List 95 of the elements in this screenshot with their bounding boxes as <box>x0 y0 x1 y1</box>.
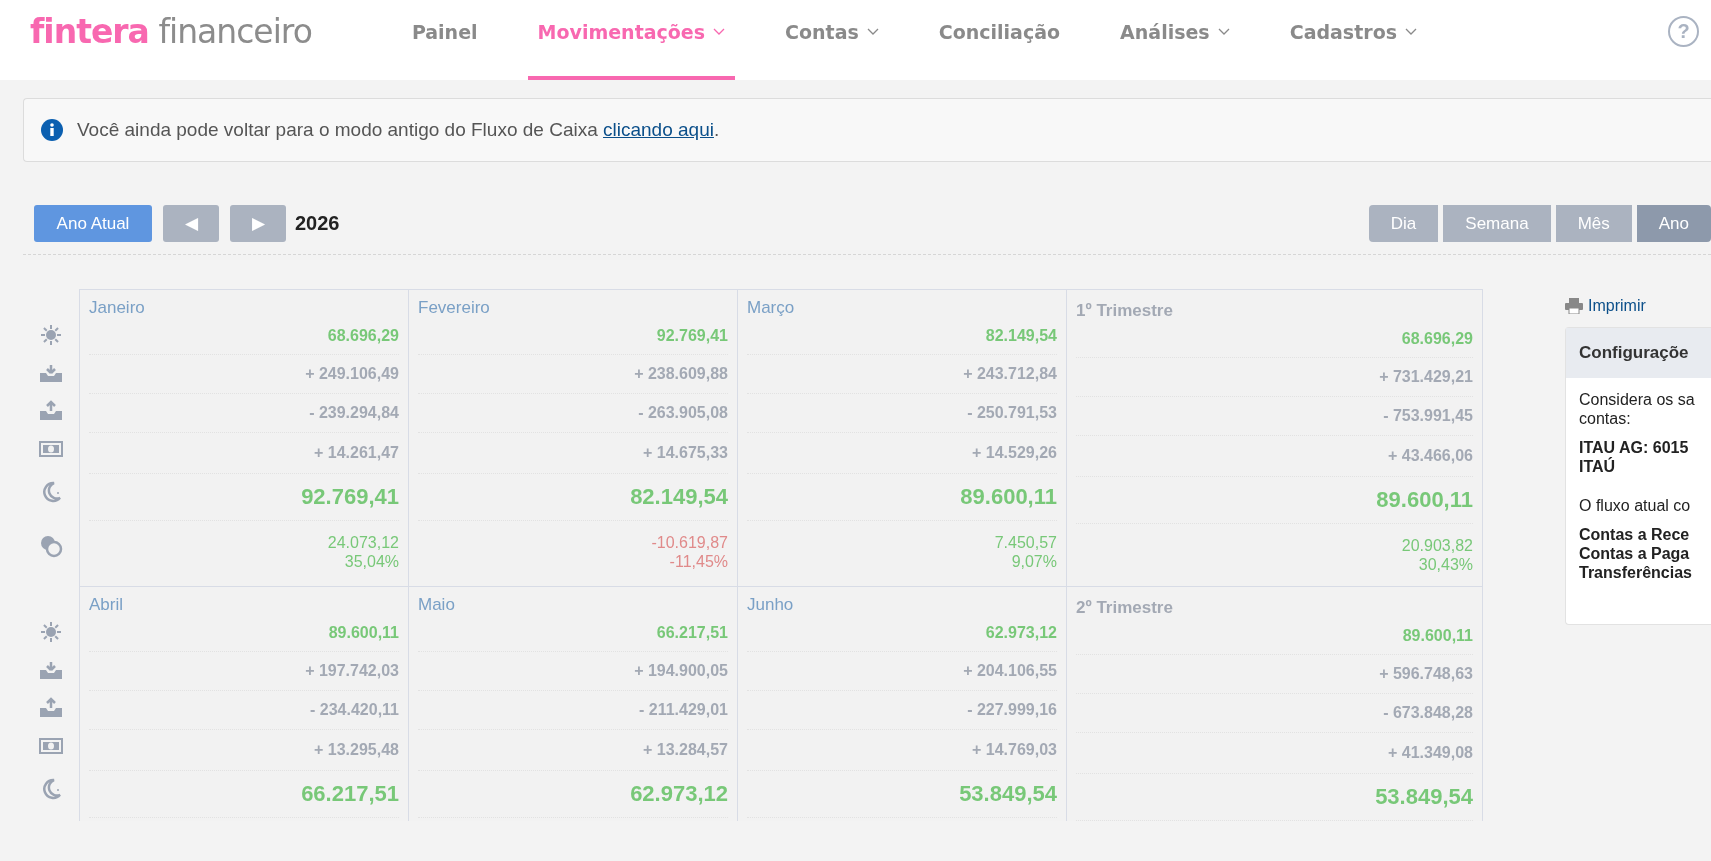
inflows-value: + 249.106,49 <box>305 365 399 383</box>
outflows-value: - 263.905,08 <box>638 404 728 422</box>
chevron-down-icon <box>713 28 726 36</box>
outflows-value: - 211.429,01 <box>639 701 728 719</box>
inbox-out-icon <box>39 696 63 718</box>
year-label: 2026 <box>295 212 340 235</box>
flow-intro: O fluxo atual co <box>1579 496 1692 515</box>
period-title: Março <box>747 297 796 318</box>
logo[interactable]: fintera financeiro <box>30 12 312 51</box>
outflows-value: - 227.999,16 <box>967 701 1057 719</box>
settings-title: Configuraçõe <box>1566 328 1711 378</box>
result-percent: -11,45% <box>669 552 728 571</box>
moon-icon <box>40 481 62 503</box>
inflows-value: + 194.900,05 <box>634 662 728 680</box>
period-title: 2º Trimestre <box>1076 597 1174 618</box>
closing-balance: 82.149,54 <box>630 484 728 510</box>
opening-balance: 92.769,41 <box>656 327 728 345</box>
view-tab[interactable]: Dia <box>1368 205 1439 242</box>
view-tab[interactable]: Semana <box>1443 205 1551 242</box>
opening-balance: 89.600,11 <box>1402 627 1473 645</box>
period-title: 1º Trimestre <box>1076 300 1174 321</box>
nav-tab[interactable]: Contas <box>775 0 889 80</box>
period-title: Janeiro <box>89 297 146 318</box>
nav-tab[interactable]: Movimentações <box>527 0 736 80</box>
sun-icon <box>40 324 62 346</box>
info-icon <box>41 119 63 141</box>
accounts-intro: Considera os sa contas: <box>1579 390 1696 428</box>
closing-balance: 53.849,54 <box>1375 784 1473 810</box>
notice-text: Você ainda pode voltar para o modo antigo do Fluxo de Caixa clicando aqui. <box>77 119 720 141</box>
opening-balance: 62.973,12 <box>985 624 1057 642</box>
period-title: Junho <box>747 594 795 615</box>
period-title: Abril <box>89 594 124 615</box>
closing-balance: 89.600,11 <box>1376 487 1473 513</box>
outflows-value: - 250.791,53 <box>967 404 1057 422</box>
next-button[interactable]: ▶ <box>230 205 286 242</box>
sun-icon <box>40 621 62 643</box>
inbox-out-icon <box>39 399 63 421</box>
transfers-value: + 14.769,03 <box>972 741 1057 759</box>
print-link[interactable]: Imprimir <box>1565 297 1711 315</box>
closing-balance: 53.849,54 <box>959 781 1057 807</box>
view-tab[interactable]: Ano <box>1636 205 1711 242</box>
outflows-value: - 673.848,28 <box>1383 704 1473 722</box>
nav-tab[interactable]: Cadastros <box>1279 0 1427 80</box>
outflows-value: - 234.420,11 <box>310 701 399 719</box>
opening-balance: 68.696,29 <box>327 327 399 345</box>
inflows-value: + 731.429,21 <box>1379 368 1473 386</box>
old-mode-link[interactable]: clicando aqui <box>603 119 714 140</box>
result-value: 24.073,12 <box>327 533 399 552</box>
accounts-list: ITAU AG: 6015 ITAÚ <box>1579 438 1711 476</box>
transfers-value: + 43.466,06 <box>1388 447 1473 465</box>
nav-tab[interactable]: Análises <box>1110 0 1240 80</box>
transfers-value: + 13.284,57 <box>643 741 728 759</box>
chevron-down-icon <box>866 28 879 36</box>
chevron-down-icon <box>1217 28 1230 36</box>
inflows-value: + 596.748,63 <box>1379 665 1473 683</box>
banknote-icon <box>39 738 63 754</box>
closing-balance: 66.217,51 <box>301 781 399 807</box>
nav-tab[interactable]: Conciliação <box>928 0 1071 80</box>
flows-list: Contas a Rece Contas a Paga Transferências <box>1579 525 1711 582</box>
result-percent: 35,04% <box>344 552 399 571</box>
help-button[interactable]: ? <box>1668 16 1699 47</box>
result-percent: 30,43% <box>1418 555 1473 574</box>
inflows-value: + 238.609,88 <box>634 365 728 383</box>
nav-tab[interactable]: Painel <box>401 0 488 80</box>
outflows-value: - 753.991,45 <box>1383 407 1473 425</box>
period-title: Fevereiro <box>418 297 491 318</box>
period-title: Maio <box>418 594 456 615</box>
inflows-value: + 204.106,55 <box>963 662 1057 680</box>
chevron-down-icon <box>1405 28 1417 36</box>
result-value: 20.903,82 <box>1401 536 1473 555</box>
result-value: -10.619,87 <box>651 533 728 552</box>
previous-button[interactable]: ◀ <box>163 205 219 242</box>
transfers-value: + 14.675,33 <box>643 444 728 462</box>
banknote-icon <box>39 441 63 457</box>
transfers-value: + 13.295,48 <box>314 741 399 759</box>
result-value: 7.450,57 <box>994 533 1057 552</box>
printer-icon <box>1565 298 1583 314</box>
closing-balance: 62.973,12 <box>630 781 728 807</box>
closing-balance: 89.600,11 <box>960 484 1057 510</box>
result-percent: 9,07% <box>1011 552 1057 571</box>
opening-balance: 66.217,51 <box>656 624 728 642</box>
moon-icon <box>40 778 62 800</box>
outflows-value: - 239.294,84 <box>309 404 399 422</box>
transfers-value: + 14.261,47 <box>314 444 399 462</box>
current-year-button[interactable]: Ano Atual <box>34 205 152 242</box>
transfers-value: + 14.529,26 <box>972 444 1057 462</box>
view-tab[interactable]: Mês <box>1555 205 1632 242</box>
opening-balance: 82.149,54 <box>985 327 1057 345</box>
opening-balance: 68.696,29 <box>1401 330 1473 348</box>
closing-balance: 92.769,41 <box>301 484 399 510</box>
inflows-value: + 197.742,03 <box>305 662 399 680</box>
transfers-value: + 41.349,08 <box>1388 744 1473 762</box>
overlapping-circles-icon <box>39 534 63 558</box>
opening-balance: 89.600,11 <box>328 624 399 642</box>
inflows-value: + 243.712,84 <box>963 365 1057 383</box>
